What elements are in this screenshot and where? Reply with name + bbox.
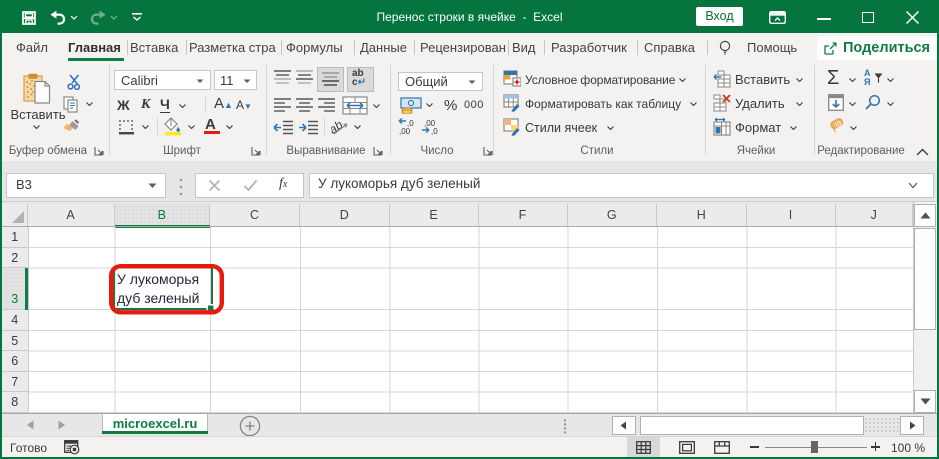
svg-text:,00: ,00 — [399, 127, 411, 136]
svg-text:,0: ,0 — [431, 127, 438, 136]
